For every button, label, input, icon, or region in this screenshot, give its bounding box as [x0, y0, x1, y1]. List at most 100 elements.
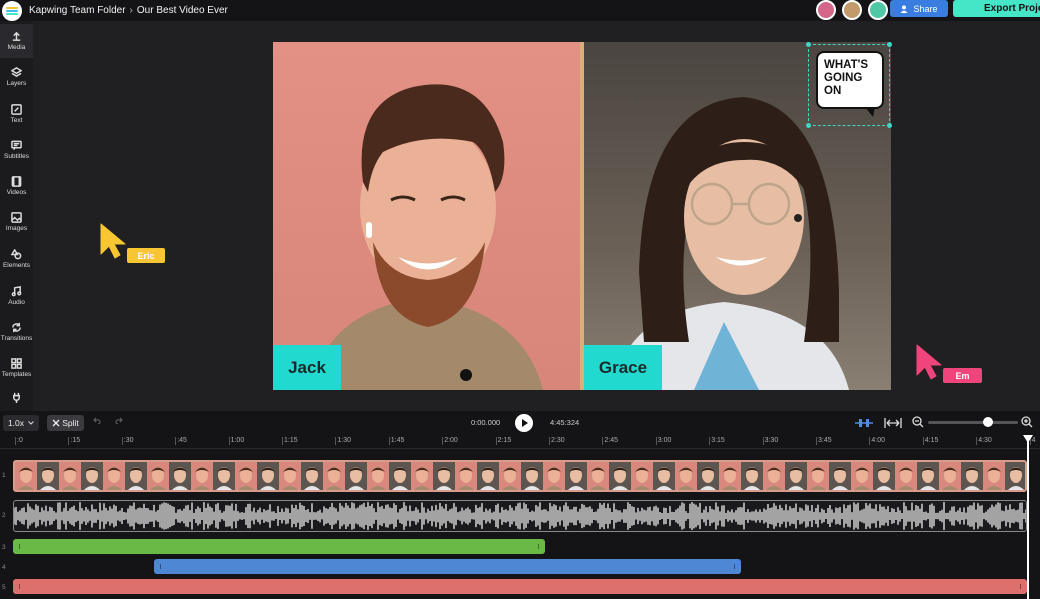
ruler-tick: 3:15 [709, 437, 725, 445]
sidebar-item-plugins[interactable] [0, 387, 33, 407]
timeline-ruler[interactable]: :0:15:30:45 1:00 1:15 1:30 1:45 2:00 2:15 2:30 2… [0, 435, 1040, 449]
sidebar-item-label: Elements [2, 262, 31, 269]
sidebar-item-videos[interactable]: Videos [0, 169, 33, 203]
video-thumbnail-frame [961, 462, 983, 490]
undo-icon[interactable] [93, 417, 101, 424]
name-tag-grace[interactable]: Grace [584, 345, 662, 390]
video-thumbnail-frame [521, 462, 543, 490]
sidebar-item-images[interactable]: Images [0, 205, 33, 239]
image-icon [11, 212, 22, 223]
text-edit-icon [11, 104, 22, 115]
video-thumbnail-frame [631, 462, 653, 490]
track-number: 1 [2, 472, 6, 479]
video-canvas[interactable]: Jack Grace [273, 42, 891, 390]
video-thumbnail-frame [851, 462, 873, 490]
zoom-out-icon[interactable] [912, 416, 924, 428]
split-button[interactable]: Split [47, 415, 84, 431]
scissors-icon [52, 419, 60, 427]
export-project-button[interactable]: Export Project [953, 0, 1040, 17]
video-thumbnail-frame [257, 462, 279, 490]
breadcrumb: Kapwing Team Folder › Our Best Video Ever [29, 5, 228, 16]
ruler-tick: 1:00 [228, 437, 245, 445]
play-button[interactable] [515, 414, 533, 432]
ruler-tick: 4:30 [976, 437, 992, 445]
zoom-slider[interactable] [928, 417, 1018, 427]
video-thumbnail-frame [125, 462, 147, 490]
speech-tail-shape [865, 107, 875, 117]
layers-icon [11, 67, 22, 78]
snap-icon[interactable] [855, 418, 873, 428]
sidebar-item-templates[interactable]: Templates [0, 351, 33, 385]
grid-icon [11, 358, 22, 369]
video-thumbnail-frame [15, 462, 37, 490]
video-thumbnail-frame [499, 462, 521, 490]
ruler-tick: 4:00 [869, 437, 886, 445]
video-thumbnail-frame [785, 462, 807, 490]
video-thumbnail-frame [477, 462, 499, 490]
video-frame-jack[interactable]: Jack [273, 42, 582, 390]
sidebar-item-transitions[interactable]: Transitions [0, 315, 33, 349]
share-label: Share [913, 3, 938, 14]
upload-icon [12, 31, 21, 41]
share-button[interactable]: Share [890, 0, 948, 17]
sidebar-item-elements[interactable]: Elements [0, 242, 33, 276]
timeline-playhead[interactable] [1023, 435, 1033, 599]
collaborator-avatars [810, 0, 888, 20]
name-tag-jack[interactable]: Jack [273, 345, 341, 390]
audio-waveform [14, 502, 1026, 530]
video-thumbnail-frame [345, 462, 367, 490]
video-thumbnail-frame [235, 462, 257, 490]
video-thumbnail-frame [829, 462, 851, 490]
kapwing-logo-icon[interactable] [2, 0, 22, 21]
ruler-tick: 3:30 [762, 437, 779, 445]
resize-handle[interactable] [806, 123, 811, 128]
speech-bubble-sticker[interactable]: WHAT'S GOING ON [806, 42, 892, 128]
ruler-tick: :0 [15, 437, 23, 445]
avatar[interactable] [868, 0, 888, 20]
video-thumbnail-frame [37, 462, 59, 490]
redo-icon[interactable] [115, 417, 123, 424]
zoom-in-icon[interactable] [1021, 416, 1033, 428]
ruler-tick: 1:30 [335, 437, 352, 445]
video-thumbnail-frame [653, 462, 675, 490]
avatar[interactable] [842, 0, 862, 20]
sidebar-item-label: Audio [8, 299, 25, 306]
track-number: 5 [2, 584, 6, 591]
avatar[interactable] [816, 0, 836, 20]
ruler-tick: :30 [121, 437, 134, 445]
sidebar-item-label: Subtitles [4, 153, 29, 160]
video-thumbnail-frame [543, 462, 565, 490]
video-icon [11, 176, 22, 187]
audio-track-clip[interactable] [13, 500, 1027, 532]
resize-handle[interactable] [806, 42, 811, 47]
sidebar-item-audio[interactable]: Audio [0, 279, 33, 313]
video-thumbnail-frame [719, 462, 741, 490]
project-title[interactable]: Our Best Video Ever [137, 5, 228, 16]
ruler-tick: 2:30 [549, 437, 565, 445]
resize-handle[interactable] [887, 42, 892, 47]
sidebar-item-text[interactable]: Text [0, 97, 33, 131]
sidebar-item-label: Images [5, 225, 28, 232]
sidebar-item-media[interactable]: Media [0, 24, 33, 58]
speed-value: 1.0x [7, 418, 25, 428]
zoom-slider-handle[interactable] [983, 417, 993, 427]
video-thumbnail-frame [587, 462, 609, 490]
track-clip-red[interactable] [13, 579, 1027, 594]
fit-timeline-icon[interactable] [884, 418, 902, 428]
sidebar-item-layers[interactable]: Layers [0, 60, 33, 94]
sidebar-item-subtitles[interactable]: Subtitles [0, 133, 33, 167]
video-thumbnail-frame [917, 462, 939, 490]
sticker-text: WHAT'S GOING ON [816, 51, 884, 109]
resize-handle[interactable] [887, 123, 892, 128]
track-clip-green[interactable] [13, 539, 545, 554]
sidebar-item-label: Templates [1, 371, 32, 378]
track-clip-blue[interactable] [154, 559, 741, 574]
add-user-icon [900, 5, 908, 13]
ruler-tick: 1:15 [282, 437, 298, 445]
playback-speed-select[interactable]: 1.0x [3, 415, 39, 431]
breadcrumb-folder[interactable]: Kapwing Team Folder [29, 5, 126, 16]
video-thumbnail-frame [697, 462, 719, 490]
video-track-clip[interactable] [13, 460, 1027, 492]
ruler-tick: 4:15 [922, 437, 939, 445]
video-thumbnail-frame [939, 462, 961, 490]
